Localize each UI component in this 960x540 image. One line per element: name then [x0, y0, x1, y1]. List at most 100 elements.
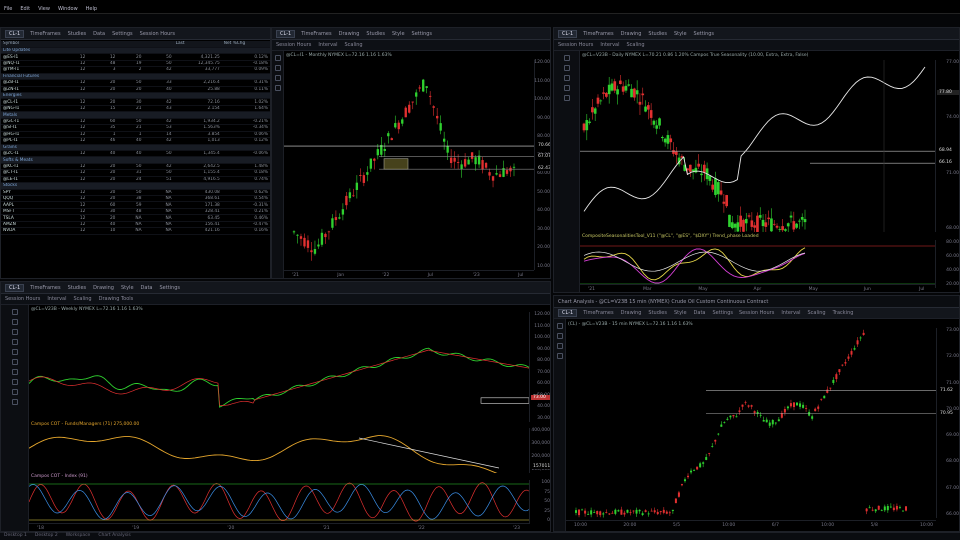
chart1-style-button[interactable]: Style	[392, 31, 405, 37]
cell-e: 421.16	[173, 227, 222, 235]
menu-item-window[interactable]: Window	[58, 6, 78, 12]
chart3-style-button[interactable]: Style	[121, 285, 134, 291]
chart4-interval-button[interactable]: Interval	[781, 310, 800, 316]
candle-body	[802, 404, 805, 408]
chart3-session-hours-button[interactable]: Session Hours	[5, 296, 40, 302]
watchlist-settings-button[interactable]: Settings	[112, 31, 133, 37]
chart3-drawing-button[interactable]: Drawing	[93, 285, 114, 291]
chart2-scaling-button[interactable]: Scaling	[626, 42, 644, 48]
y-tick-label: 50	[544, 499, 550, 504]
chart4-timeframes-button[interactable]: TimeFrames	[583, 310, 613, 316]
chart4-studies-button[interactable]: Studies	[648, 310, 667, 316]
candle-body	[774, 422, 777, 424]
chart2-info: @CL=V23B - Daily NYMEX L=70.21 0.86 1.20…	[582, 53, 809, 58]
y-tick-label: 120.00	[534, 312, 550, 317]
candle-body	[770, 218, 773, 232]
chart4-canvas[interactable]	[566, 328, 936, 518]
chart1-interval-button[interactable]: Interval	[318, 42, 337, 48]
menu-item-help[interactable]: Help	[86, 6, 97, 12]
chart3-data-button[interactable]: Data	[141, 285, 153, 291]
chart1-canvas[interactable]	[284, 60, 534, 270]
chart3-drawing-tools-button[interactable]: Drawing Tools	[99, 296, 134, 302]
candle-body	[708, 176, 712, 181]
chart4-toolbar: CL-1 TimeFrames Drawing Studies Style Data Se…	[554, 308, 959, 319]
price-tag: 77.80	[937, 90, 959, 95]
chart4-style-button[interactable]: Style	[674, 310, 687, 316]
candle-body	[877, 505, 880, 510]
chart4-data-button[interactable]: Data	[694, 310, 706, 316]
candle-body	[436, 115, 439, 119]
chart1-drawing-button[interactable]: Drawing	[339, 31, 360, 37]
chart2-timeframes-button[interactable]: TimeFrames	[583, 31, 613, 37]
candle-body	[587, 513, 590, 515]
status-tab[interactable]: Chart Analysis	[98, 533, 130, 540]
y-tick-label: 10.00	[537, 264, 550, 269]
chart1-session-hours-button[interactable]: Session Hours	[276, 42, 311, 48]
chart4-session-hours-button[interactable]: Session Hours	[739, 310, 774, 316]
candle-body	[638, 509, 641, 512]
chart2-session-hours-button[interactable]: Session Hours	[558, 42, 593, 48]
y-tick-label: 300,000	[531, 441, 550, 446]
candle-body	[789, 403, 792, 407]
candle-body	[805, 408, 808, 409]
candle-body	[808, 411, 811, 416]
chart2-settings-button[interactable]: Settings	[694, 31, 715, 37]
chart3-scaling-button[interactable]: Scaling	[73, 296, 91, 302]
candle-body	[376, 149, 379, 156]
chart4-drawing-button[interactable]: Drawing	[621, 310, 642, 316]
chart1-scaling-button[interactable]: Scaling	[344, 42, 362, 48]
status-tab[interactable]: Workspace	[66, 533, 91, 540]
chart3-timeframes-button[interactable]: TimeFrames	[30, 285, 60, 291]
candle-body	[669, 138, 673, 143]
candle-body	[397, 122, 400, 130]
chart2-oscillator[interactable]	[580, 240, 935, 288]
candle-body	[655, 125, 659, 129]
chart2-style-button[interactable]: Style	[674, 31, 687, 37]
chart4-scaling-button[interactable]: Scaling	[807, 310, 825, 316]
symbol-box[interactable]: CL-1	[5, 283, 25, 292]
chart3-settings-button[interactable]: Settings	[159, 285, 180, 291]
chart4-tracking-button[interactable]: Tracking	[833, 310, 854, 316]
menu-item-file[interactable]: File	[4, 6, 12, 12]
watchlist-session-hours-button[interactable]: Session Hours	[140, 31, 175, 37]
x-tick-label: Jul	[518, 273, 524, 278]
chart2-interval-button[interactable]: Interval	[600, 42, 619, 48]
symbol-box[interactable]: CL-1	[558, 309, 578, 317]
chart1-studies-button[interactable]: Studies	[366, 31, 385, 37]
chart2-drawing-button[interactable]: Drawing	[621, 31, 642, 37]
candle-body	[835, 374, 838, 380]
chart3-canvas[interactable]	[29, 312, 529, 422]
watchlist-row[interactable]: NVDA 12 10 NA NA 421.16 0.16%	[1, 227, 270, 235]
chart4-x-axis: 10:00 20:00 5/5 10:00 6/7 10:00 5/8 10:00	[566, 520, 936, 530]
candle-body	[418, 87, 421, 89]
status-tab[interactable]: Desktop 2	[35, 533, 58, 540]
symbol-box[interactable]: CL-1	[5, 29, 25, 38]
chart1-timeframes-button[interactable]: TimeFrames	[301, 31, 331, 37]
chart3-interval-button[interactable]: Interval	[47, 296, 66, 302]
watchlist-data-button[interactable]: Data	[93, 31, 105, 37]
chart1-settings-button[interactable]: Settings	[412, 31, 433, 37]
chart2-studies-button[interactable]: Studies	[648, 31, 667, 37]
y-tick-label: 100.00	[534, 335, 550, 341]
cell-f: 0.16%	[221, 227, 270, 235]
symbol-box[interactable]: CL-1	[276, 29, 296, 38]
y-tick-label: 60.00	[537, 381, 550, 387]
candle-body	[460, 164, 463, 170]
symbol-box[interactable]: CL-1	[558, 29, 578, 38]
chart2-osc-y-axis: 80.00 60.00 40.00 20.00	[935, 240, 959, 288]
menu-item-edit[interactable]: Edit	[20, 6, 30, 12]
chart2-canvas[interactable]	[580, 60, 935, 232]
candle-body	[696, 466, 699, 470]
menu-item-view[interactable]: View	[38, 6, 50, 12]
watchlist-studies-button[interactable]: Studies	[68, 31, 87, 37]
candle-body	[456, 162, 460, 163]
chart4-settings-button[interactable]: Settings	[712, 310, 733, 316]
chart3-studies-button[interactable]: Studies	[68, 285, 87, 291]
chart3-cot-panel[interactable]	[29, 428, 529, 473]
watchlist-timeframes-button[interactable]: TimeFrames	[30, 31, 60, 37]
candle-body	[383, 149, 386, 151]
candle-body	[366, 172, 369, 175]
candle-body	[729, 415, 732, 418]
chart3-index-panel[interactable]	[29, 480, 529, 524]
status-tab[interactable]: Desktop 1	[4, 533, 27, 540]
